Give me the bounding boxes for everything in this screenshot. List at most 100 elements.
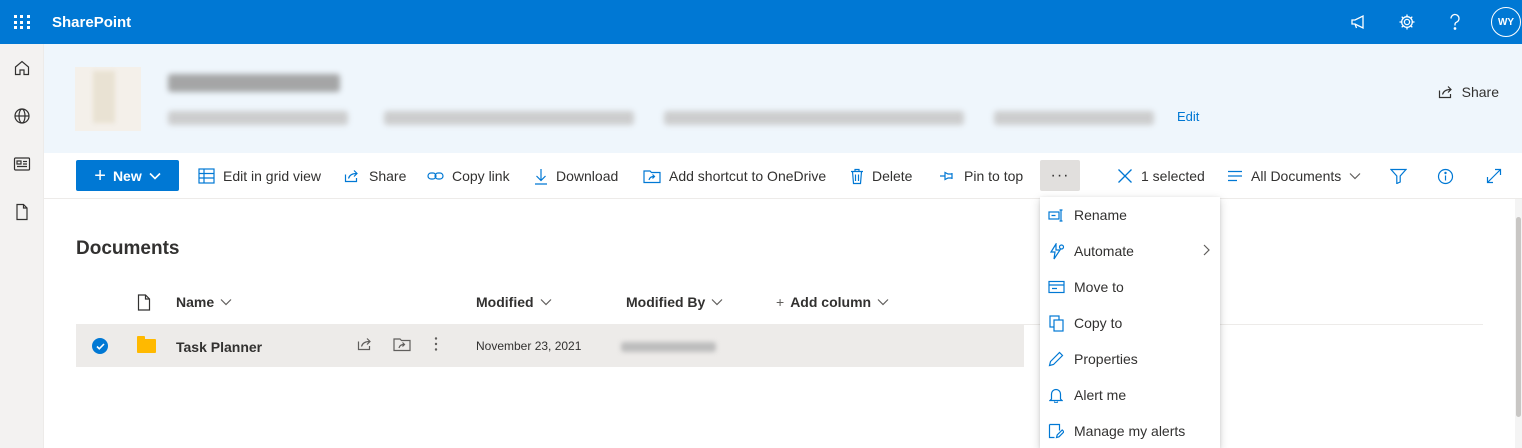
suite-bar: SharePoint WY <box>0 0 1522 44</box>
grid-icon <box>198 168 215 184</box>
name-column-header[interactable]: Name <box>176 294 232 310</box>
home-icon[interactable] <box>0 44 44 92</box>
suite-bar-actions: WY <box>1335 0 1522 44</box>
row-share-icon[interactable] <box>357 336 374 356</box>
copy-link-button[interactable]: Copy link <box>427 163 510 189</box>
menu-item-rename[interactable]: Rename <box>1040 197 1220 233</box>
expand-button[interactable] <box>1486 163 1502 189</box>
copy-link-label: Copy link <box>452 168 510 184</box>
row-more-actions-icon[interactable] <box>434 336 438 357</box>
redacted-site-description <box>168 111 348 125</box>
edit-in-grid-view-label: Edit in grid view <box>223 168 322 184</box>
page-scrollbar[interactable] <box>1515 199 1522 448</box>
download-button[interactable]: Download <box>534 163 618 189</box>
list-view-icon <box>1228 170 1242 182</box>
menu-item-label: Alert me <box>1074 387 1127 403</box>
app-title[interactable]: SharePoint <box>52 14 131 31</box>
rename-icon <box>1047 208 1065 222</box>
menu-item-alert-me[interactable]: Alert me <box>1040 377 1220 413</box>
add-shortcut-button[interactable]: Add shortcut to OneDrive <box>643 163 826 189</box>
close-icon <box>1118 169 1132 183</box>
menu-item-label: Properties <box>1074 351 1138 367</box>
chevron-right-icon <box>1203 244 1210 259</box>
share-label: Share <box>369 168 407 184</box>
site-logo[interactable] <box>75 67 141 131</box>
download-icon <box>535 168 547 185</box>
item-modified-date: November 23, 2021 <box>476 339 582 353</box>
delete-label: Delete <box>872 168 913 184</box>
chevron-down-icon <box>149 172 161 180</box>
menu-item-properties[interactable]: Properties <box>1040 341 1220 377</box>
site-share-button[interactable]: Share <box>1438 84 1499 100</box>
delete-button[interactable]: Delete <box>850 163 912 189</box>
edit-alerts-icon <box>1047 423 1065 439</box>
help-icon[interactable] <box>1431 0 1479 44</box>
left-rail <box>0 44 44 448</box>
pin-to-top-button[interactable]: Pin to top <box>939 163 1023 189</box>
news-icon[interactable] <box>0 140 44 188</box>
waffle-icon[interactable] <box>0 0 44 44</box>
menu-item-label: Copy to <box>1074 315 1123 331</box>
filter-button[interactable] <box>1390 163 1407 189</box>
edit-site-description-link[interactable]: Edit <box>1177 109 1199 124</box>
share-button[interactable]: Share <box>344 163 406 189</box>
edit-in-grid-view-button[interactable]: Edit in grid view <box>198 163 321 189</box>
scrollbar-thumb[interactable] <box>1516 217 1521 417</box>
avatar[interactable]: WY <box>1491 7 1521 37</box>
pin-to-top-label: Pin to top <box>964 168 1024 184</box>
file-type-column-header[interactable] <box>137 294 151 311</box>
view-switcher[interactable]: All Documents <box>1227 163 1361 189</box>
site-header: Edit Share <box>44 44 1522 153</box>
link-icon <box>427 172 444 180</box>
pencil-icon <box>1047 351 1065 367</box>
more-actions-button[interactable]: ··· <box>1040 160 1080 191</box>
add-column-label: Add column <box>790 294 872 310</box>
menu-item-label: Manage my alerts <box>1074 423 1186 439</box>
command-bar: + New Edit in grid view Share Copy link … <box>44 153 1522 199</box>
more-actions-menu: Rename Automate Move to Copy to Properti… <box>1040 197 1220 448</box>
bell-icon <box>1047 387 1065 403</box>
modified-column-header[interactable]: Modified <box>476 294 552 310</box>
share-icon <box>1438 86 1452 99</box>
folder-icon <box>137 336 156 353</box>
row-selected-checkbox[interactable] <box>92 338 108 354</box>
redacted-modified-by <box>621 342 716 352</box>
expand-icon <box>1486 168 1502 184</box>
add-column-header[interactable]: + Add column <box>776 294 889 310</box>
new-button[interactable]: + New <box>76 160 179 191</box>
clear-selection-button[interactable]: 1 selected <box>1117 163 1205 189</box>
settings-icon[interactable] <box>1383 0 1431 44</box>
document-icon[interactable] <box>0 188 44 236</box>
library-title: Documents <box>76 238 180 259</box>
download-label: Download <box>556 168 619 184</box>
chevron-down-icon <box>220 299 232 306</box>
copy-to-icon <box>1047 314 1065 332</box>
redacted-site-title <box>168 74 340 92</box>
redacted-site-description <box>384 111 634 125</box>
globe-icon[interactable] <box>0 92 44 140</box>
info-icon <box>1437 168 1454 184</box>
chevron-down-icon <box>877 299 889 306</box>
redacted-site-description <box>994 111 1154 125</box>
modified-column-label: Modified <box>476 294 534 310</box>
menu-item-label: Rename <box>1074 207 1127 223</box>
chevron-down-icon <box>711 299 723 306</box>
menu-item-automate[interactable]: Automate <box>1040 233 1220 269</box>
item-name-link[interactable]: Task Planner <box>176 339 262 355</box>
add-shortcut-label: Add shortcut to OneDrive <box>669 168 827 184</box>
redacted-site-description <box>664 111 964 125</box>
megaphone-icon[interactable] <box>1335 0 1383 44</box>
shortcut-icon <box>643 170 661 184</box>
plus-icon: + <box>776 294 785 310</box>
row-shortcut-icon[interactable] <box>393 336 411 357</box>
menu-item-copy-to[interactable]: Copy to <box>1040 305 1220 341</box>
automate-icon <box>1047 242 1065 260</box>
info-button[interactable] <box>1437 163 1454 189</box>
menu-item-manage-my-alerts[interactable]: Manage my alerts <box>1040 413 1220 448</box>
modified-by-column-label: Modified By <box>626 294 706 310</box>
modified-by-column-header[interactable]: Modified By <box>626 294 723 310</box>
filter-icon <box>1390 168 1407 184</box>
menu-item-move-to[interactable]: Move to <box>1040 269 1220 305</box>
table-row[interactable]: Task Planner November 23, 2021 <box>76 325 1024 367</box>
selected-count-label: 1 selected <box>1141 168 1205 184</box>
